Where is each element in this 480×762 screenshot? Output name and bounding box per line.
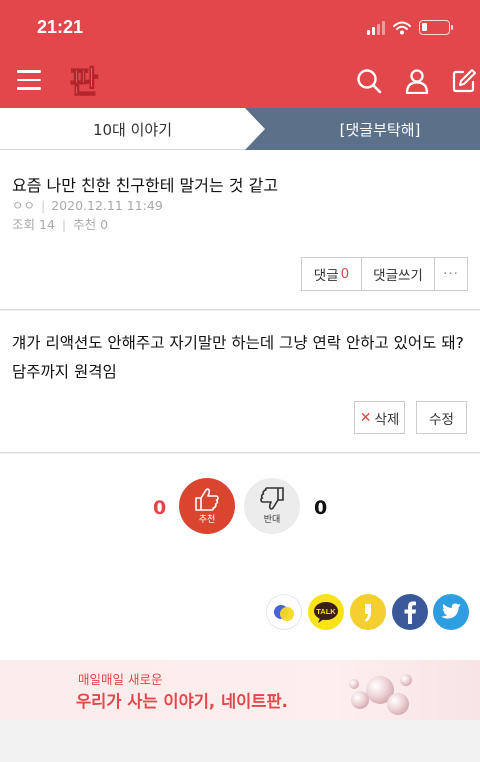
facebook-icon bbox=[404, 601, 416, 624]
recommend-label: 추천 bbox=[73, 217, 97, 232]
upvote-button[interactable]: 추천 bbox=[179, 478, 235, 534]
downvote-label: 반대 bbox=[263, 515, 281, 525]
promo-banner[interactable]: 매일매일 새로운 우리가 사는 이야기, 네이트판. bbox=[0, 660, 480, 720]
status-icons bbox=[367, 20, 453, 35]
share-kakaostory-button[interactable] bbox=[266, 594, 302, 630]
twitter-icon bbox=[441, 603, 461, 619]
banner-title: 우리가 사는 이야기, 네이트판. bbox=[76, 692, 288, 711]
share-facebook-button[interactable] bbox=[392, 594, 428, 630]
write-comment-button[interactable]: 댓글쓰기 bbox=[362, 258, 435, 290]
thumbs-up-icon bbox=[195, 488, 219, 511]
delete-label: 삭제 bbox=[374, 411, 400, 428]
bottom-spacer bbox=[0, 720, 480, 762]
category-tabs: 10대 이야기 [댓글부탁해] bbox=[0, 108, 480, 150]
kakaotalk-icon: TALK bbox=[314, 602, 338, 623]
tab-comment-please[interactable]: [댓글부탁해] bbox=[280, 108, 480, 150]
app-header: 21:21 판 bbox=[0, 0, 480, 108]
battery-icon bbox=[419, 20, 453, 35]
write-icon[interactable] bbox=[451, 68, 477, 94]
vote-section: 0 추천 반대 0 TALK bbox=[0, 454, 480, 660]
more-button[interactable]: ··· bbox=[435, 258, 467, 290]
banner-subtitle: 매일매일 새로운 bbox=[78, 672, 163, 687]
signal-icon bbox=[367, 20, 385, 35]
delete-button[interactable]: ✕ 삭제 bbox=[354, 401, 405, 434]
thumbs-down-icon bbox=[260, 487, 284, 510]
edit-button[interactable]: 수정 bbox=[416, 401, 467, 434]
svg-text:TALK: TALK bbox=[316, 607, 336, 616]
user-icon[interactable] bbox=[404, 68, 430, 94]
close-icon: ✕ bbox=[359, 409, 372, 426]
comment-label: 댓글 bbox=[313, 268, 339, 284]
pearls-decoration bbox=[349, 674, 412, 715]
post-header: 요즘 나만 친한 친구한테 말거는 것 같고 ㅇㅇ | 2020.12.11 11:… bbox=[0, 150, 480, 310]
post-content: 걔가 리액션도 안해주고 자기말만 하는데 그냥 연락 안하고 있어도 돼? 담… bbox=[0, 311, 480, 453]
views-label: 조회 bbox=[12, 217, 36, 232]
downvote-count: 0 bbox=[314, 497, 328, 519]
comment-count: 0 bbox=[340, 266, 350, 282]
share-kakaotalk-button[interactable]: TALK bbox=[308, 594, 344, 630]
menu-icon[interactable] bbox=[17, 70, 41, 90]
share-kakaopage-button[interactable] bbox=[350, 594, 386, 630]
share-twitter-button[interactable] bbox=[433, 594, 469, 630]
post-date: 2020.12.11 11:49 bbox=[51, 198, 163, 213]
pann-logo[interactable]: 판 bbox=[64, 62, 104, 100]
post-stats: 조회 14 | 추천 0 bbox=[12, 217, 109, 232]
tab-10s-story[interactable]: 10대 이야기 bbox=[0, 108, 265, 150]
views-count: 14 bbox=[39, 217, 55, 232]
post-meta: ㅇㅇ | 2020.12.11 11:49 bbox=[12, 198, 163, 213]
svg-text:판: 판 bbox=[70, 65, 99, 100]
downvote-button[interactable]: 반대 bbox=[244, 478, 300, 534]
post-body: 걔가 리액션도 안해주고 자기말만 하는데 그냥 연락 안하고 있어도 돼? 담… bbox=[12, 334, 464, 381]
upvote-count: 0 bbox=[153, 497, 167, 519]
post-title: 요즘 나만 친한 친구한테 말거는 것 같고 bbox=[12, 176, 279, 195]
search-icon[interactable] bbox=[356, 68, 382, 94]
comment-button[interactable]: 댓글 0 bbox=[302, 258, 362, 290]
wifi-icon bbox=[393, 21, 411, 34]
upvote-label: 추천 bbox=[198, 515, 216, 525]
status-time: 21:21 bbox=[37, 17, 84, 37]
kakaostory-icon bbox=[274, 605, 294, 621]
comma-icon bbox=[365, 604, 371, 622]
post-author: ㅇㅇ bbox=[12, 198, 36, 213]
post-action-group: 댓글 0 댓글쓰기 ··· bbox=[301, 257, 468, 291]
recommend-count: 0 bbox=[100, 217, 109, 232]
